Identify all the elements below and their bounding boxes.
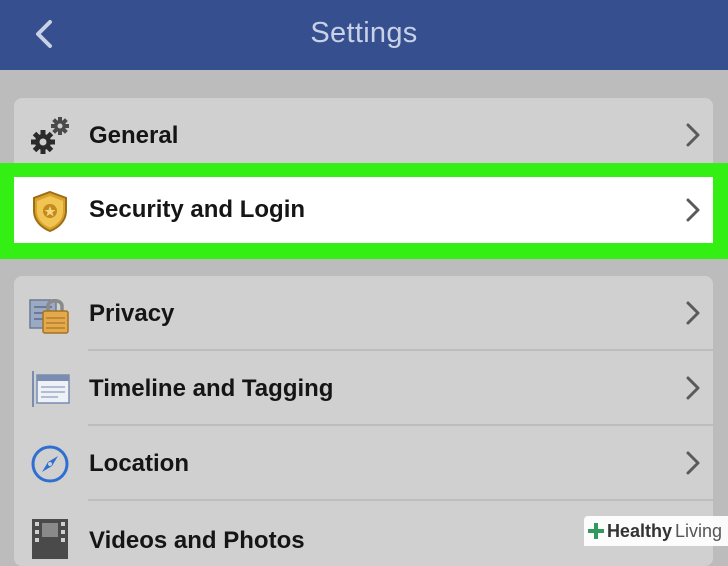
shield-badge-icon	[33, 190, 67, 233]
settings-item-label: Security and Login	[89, 196, 306, 223]
watermark-brand: Healthy	[606, 520, 672, 541]
settings-item-label: Timeline and Tagging	[89, 375, 334, 402]
settings-item-label: Privacy	[89, 300, 175, 327]
compass-icon	[31, 445, 69, 483]
settings-item-label: General	[89, 122, 179, 149]
nav-bar: Settings	[0, 0, 728, 70]
chevron-right-icon	[686, 451, 700, 475]
settings-item-general[interactable]: General	[14, 98, 713, 173]
settings-item-label: Location	[89, 450, 189, 477]
watermark-logo: Healthy Living	[583, 516, 728, 546]
settings-item-privacy[interactable]: Privacy	[14, 276, 713, 351]
chevron-right-icon	[686, 376, 700, 400]
chevron-right-icon	[686, 301, 700, 325]
watermark-sub: Living	[674, 520, 722, 541]
plus-icon	[587, 523, 604, 539]
settings-item-label: Videos and Photos	[89, 527, 305, 554]
timeline-icon	[32, 371, 70, 407]
chevron-right-icon	[686, 198, 700, 222]
gears-icon	[31, 117, 69, 154]
chevron-right-icon	[686, 123, 700, 147]
settings-item-timeline[interactable]: Timeline and Tagging	[14, 351, 713, 426]
padlock-icon	[29, 299, 69, 334]
film-icon	[32, 519, 68, 559]
highlight-box: Security and Login	[0, 163, 728, 259]
settings-item-security[interactable]: Security and Login	[14, 177, 713, 243]
page-title: Settings	[310, 17, 418, 49]
settings-item-location[interactable]: Location	[14, 426, 713, 501]
